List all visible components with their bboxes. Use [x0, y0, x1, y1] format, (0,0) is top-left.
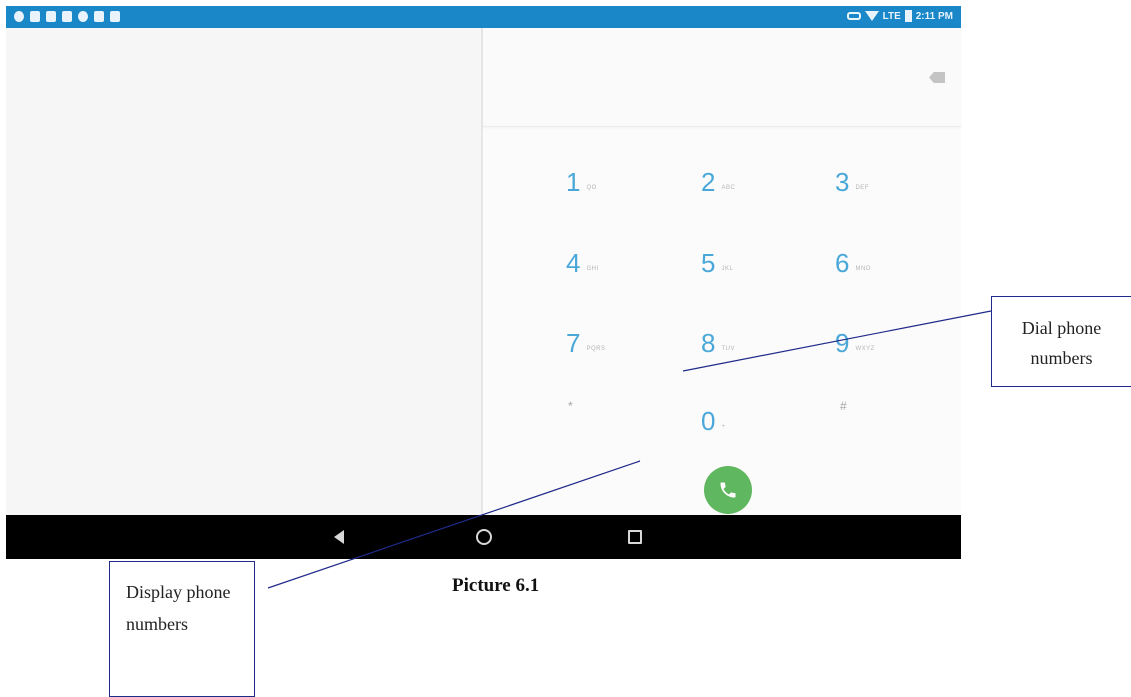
dial-key-letters: ABC [721, 185, 736, 191]
dial-key-digit: 4 [566, 248, 581, 278]
backspace-icon[interactable] [929, 72, 945, 83]
callout-display-phone-numbers: Display phone numbers [109, 561, 255, 697]
dial-key-1[interactable]: 1 QO [566, 169, 597, 195]
status-notification-icons [14, 11, 120, 22]
dial-key-letters: PQRS [586, 346, 606, 352]
contacts-pane [6, 28, 483, 515]
dial-key-letters: MNO [855, 266, 871, 272]
notification-icon [78, 11, 88, 22]
callout-dial-phone-numbers: Dial phone numbers [991, 296, 1131, 387]
dial-key-9[interactable]: 9 WXYZ [835, 330, 875, 356]
dial-key-digit: 7 [566, 328, 581, 358]
dial-key-letters: JKL [721, 266, 734, 272]
dial-key-5[interactable]: 5 JKL [701, 250, 733, 276]
dial-key-3[interactable]: 3 DEF [835, 169, 869, 195]
dial-key-4[interactable]: 4 GHI [566, 250, 599, 276]
dial-key-digit: # [840, 399, 847, 413]
dial-key-2[interactable]: 2 ABC [701, 169, 735, 195]
dial-key-hash[interactable]: # [840, 400, 847, 412]
dial-key-letters: TUV [721, 346, 735, 352]
dial-key-letters: GHI [586, 266, 599, 272]
phone-icon [720, 482, 736, 498]
dial-key-digit: 8 [701, 328, 716, 358]
dial-key-digit: 3 [835, 167, 850, 197]
navigation-bar [6, 515, 961, 559]
battery-icon [904, 10, 912, 22]
dial-key-digit: 1 [566, 167, 581, 197]
status-time: 2:11 PM [915, 10, 953, 22]
number-display-field[interactable] [483, 28, 961, 127]
recents-icon[interactable] [628, 530, 642, 544]
notification-icon [94, 11, 104, 22]
dial-key-digit: 9 [835, 328, 850, 358]
dial-key-0[interactable]: 0 + [701, 408, 725, 434]
dialer-pane: 1 QO 2 ABC 3 DEF 4 GHI 5 JKL 6 MNO 7 PQR… [483, 28, 961, 515]
dial-key-digit: 5 [701, 248, 716, 278]
dial-key-digit: 0 [701, 406, 716, 436]
dial-key-8[interactable]: 8 TUV [701, 330, 735, 356]
dial-key-digit: 6 [835, 248, 850, 278]
dial-key-letters: DEF [855, 185, 869, 191]
wifi-icon [864, 11, 879, 21]
dial-key-digit: 2 [701, 167, 716, 197]
notification-icon [14, 11, 24, 22]
dial-key-letters: QO [586, 185, 597, 191]
vpn-key-icon [846, 12, 861, 20]
back-icon[interactable] [334, 530, 344, 544]
status-bar: LTE 2:11 PM [6, 6, 961, 28]
notification-icon [46, 11, 56, 22]
figure-caption: Picture 6.1 [452, 575, 540, 596]
dial-key-letters: WXYZ [855, 346, 875, 352]
tablet-screen: LTE 2:11 PM 1 QO 2 ABC 3 DEF 4 GHI 5 JKL [6, 6, 961, 559]
dial-key-6[interactable]: 6 MNO [835, 250, 871, 276]
notification-icon [62, 11, 72, 22]
notification-icon [30, 11, 40, 22]
notification-icon [110, 11, 120, 22]
home-icon[interactable] [476, 529, 492, 545]
dial-key-digit: * [568, 399, 573, 413]
network-type: LTE [882, 10, 901, 22]
dial-key-letters: + [721, 424, 726, 430]
call-button[interactable] [704, 466, 752, 514]
status-right: LTE 2:11 PM [846, 10, 953, 22]
dial-key-7[interactable]: 7 PQRS [566, 330, 605, 356]
dial-key-star[interactable]: * [568, 400, 573, 412]
